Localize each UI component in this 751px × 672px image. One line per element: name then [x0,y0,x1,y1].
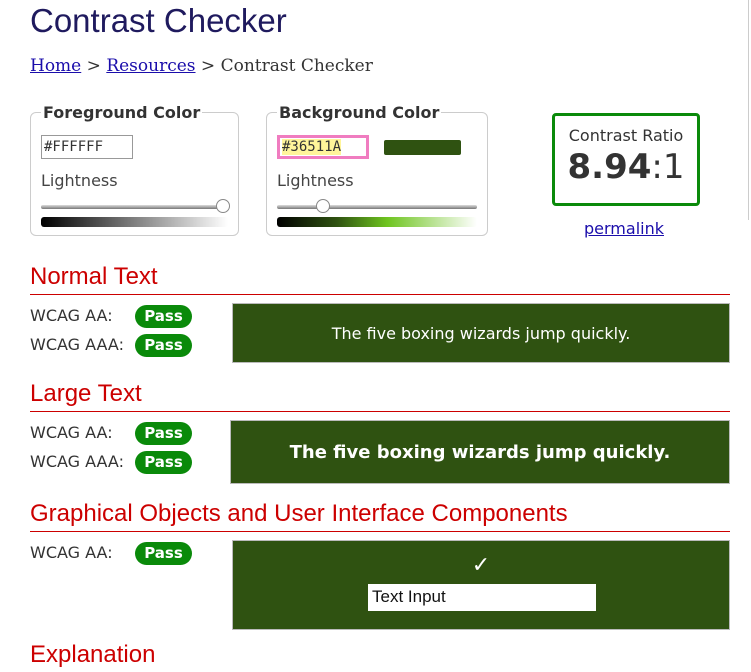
contrast-ratio-label: Contrast Ratio [568,126,684,145]
ratio-suffix: :1 [651,147,685,187]
breadcrumb: Home > Resources > Contrast Checker [30,54,373,78]
contrast-ratio-box: Contrast Ratio 8.94:1 [552,113,700,206]
contrast-ratio-value: 8.94:1 [555,147,697,187]
scrollbar-edge [748,0,749,220]
normal-aa-label: WCAG AA: [30,306,113,325]
sample-text-input[interactable]: Text Input [368,584,596,611]
background-color-fieldset: Background Color #36511A Lightness [266,103,488,236]
breadcrumb-current: Contrast Checker [220,56,373,76]
normal-aaa-label: WCAG AAA: [30,335,124,354]
background-legend: Background Color [277,103,442,122]
graphical-aa-pass-badge: Pass [135,542,192,565]
normal-aa-pass-badge: Pass [135,305,192,328]
breadcrumb-separator: > [200,56,216,76]
explanation-heading: Explanation [30,641,156,668]
checkmark-icon: ✓ [471,553,491,578]
foreground-hex-input[interactable]: #FFFFFF [41,135,133,159]
background-lightness-slider[interactable] [277,205,477,209]
breadcrumb-resources[interactable]: Resources [106,56,195,76]
foreground-lightness-slider[interactable] [41,205,228,209]
background-color-swatch [384,140,461,155]
foreground-lightness-label: Lightness [41,171,118,190]
normal-text-heading: Normal Text [30,262,730,295]
background-lightness-gradient [277,217,477,227]
graphical-objects-heading: Graphical Objects and User Interface Com… [30,499,730,532]
background-hex-value: #36511A [282,139,342,155]
foreground-legend: Foreground Color [41,103,203,122]
large-aaa-label: WCAG AAA: [30,452,124,471]
permalink-link[interactable]: permalink [584,219,664,238]
normal-text-sample: The five boxing wizards jump quickly. [232,303,730,363]
foreground-slider-thumb[interactable] [216,199,230,213]
page-title: Contrast Checker [30,2,287,39]
foreground-lightness-gradient [41,217,228,227]
background-lightness-label: Lightness [277,171,354,190]
large-aaa-pass-badge: Pass [135,451,192,474]
breadcrumb-home[interactable]: Home [30,56,81,76]
graphical-sample: ✓ Text Input [232,540,730,630]
large-aa-label: WCAG AA: [30,423,113,442]
large-text-heading: Large Text [30,379,730,412]
large-text-sample: The five boxing wizards jump quickly. [230,420,730,484]
normal-aaa-pass-badge: Pass [135,334,192,357]
large-aa-pass-badge: Pass [135,422,192,445]
background-slider-thumb[interactable] [316,199,331,213]
graphical-aa-label: WCAG AA: [30,543,113,562]
ratio-number: 8.94 [567,147,652,187]
foreground-color-fieldset: Foreground Color #FFFFFF Lightness [30,103,239,236]
background-hex-input[interactable]: #36511A [277,135,369,159]
breadcrumb-separator: > [86,56,101,76]
